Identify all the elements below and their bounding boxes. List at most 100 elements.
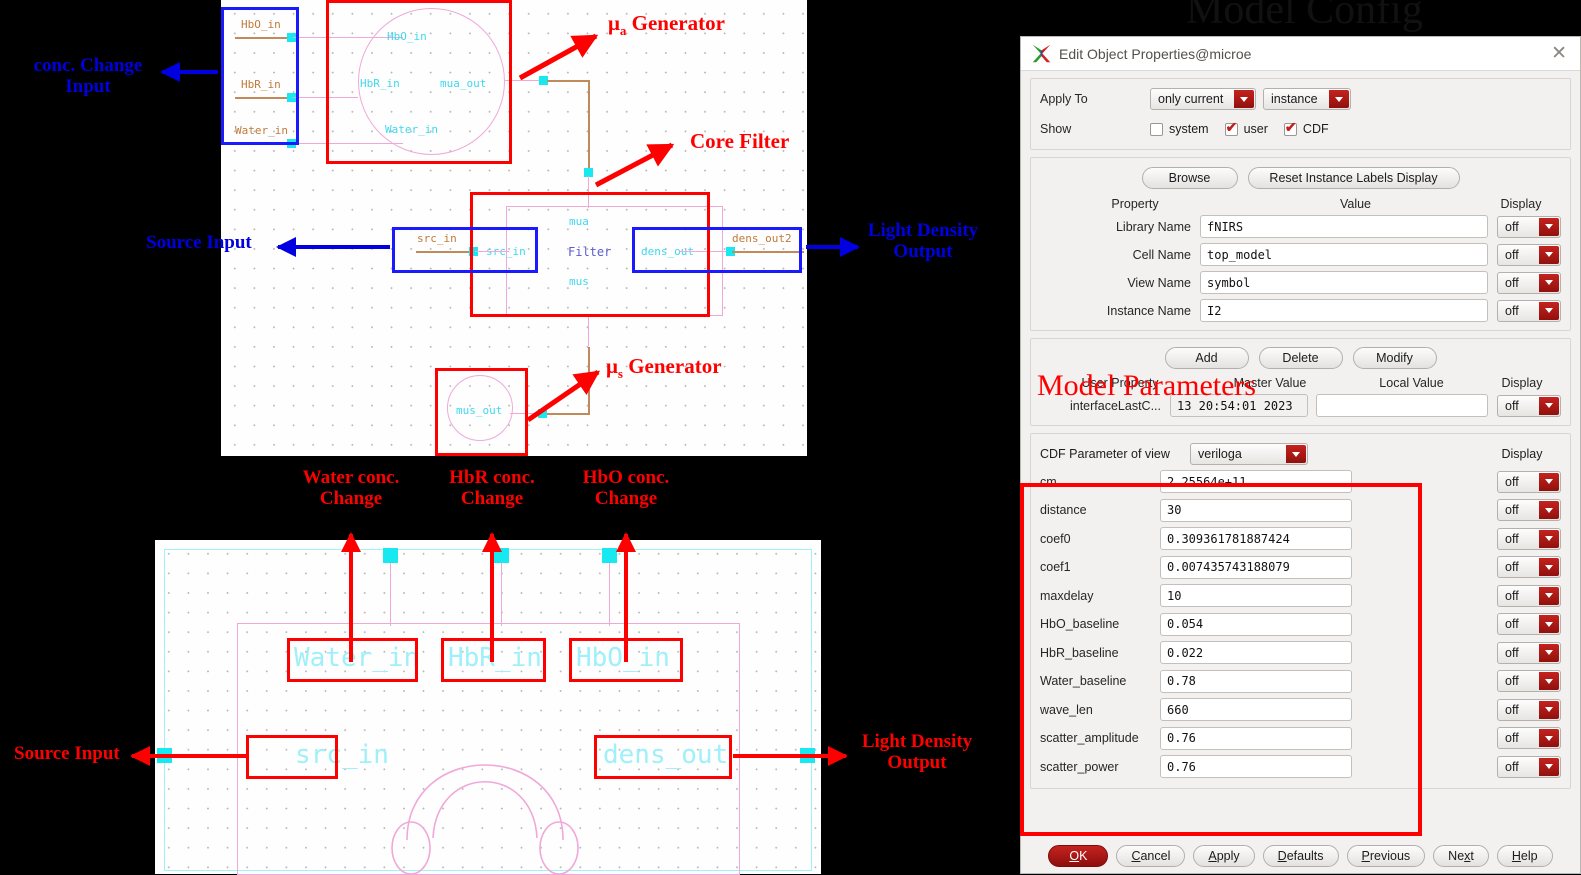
property-name: Cell Name xyxy=(1132,247,1191,262)
cdf-param-input-wave-len[interactable]: 660 xyxy=(1160,698,1352,721)
annotation-mua-generator: μa Generator xyxy=(608,11,725,39)
cdf-display-dropdown[interactable]: off xyxy=(1497,527,1561,550)
cdf-display-dropdown[interactable]: off xyxy=(1497,499,1561,521)
delete-button[interactable]: Delete xyxy=(1258,347,1343,369)
symbol-canvas[interactable]: Water_in HbR_in HbO_in src_in dens_out xyxy=(155,540,821,875)
user-property-display-dropdown[interactable]: off xyxy=(1497,394,1561,417)
cdf-display-dropdown[interactable]: off xyxy=(1497,755,1561,778)
next-button[interactable]: Next xyxy=(1433,845,1489,867)
modify-button[interactable]: Modify xyxy=(1352,347,1437,369)
highlight-symbol-hbo-in xyxy=(569,638,683,682)
instance-name-display-dropdown[interactable]: off xyxy=(1497,299,1561,322)
cdf-parameter-row: cm 2.25564e+11 off xyxy=(1040,470,1561,493)
col-property-header: Property xyxy=(1111,197,1159,211)
add-button[interactable]: Add xyxy=(1164,347,1249,369)
cdf-param-input-water-baseline[interactable]: 0.78 xyxy=(1160,669,1352,693)
cdf-display-dropdown[interactable]: off xyxy=(1497,584,1561,607)
symbol-pin-water[interactable] xyxy=(383,548,398,563)
reset-instance-labels-button[interactable]: Reset Instance Labels Display xyxy=(1247,167,1460,189)
col-display-header: Display xyxy=(1501,376,1543,390)
cdf-display-dropdown[interactable]: off xyxy=(1497,613,1561,635)
cdf-param-name: cm xyxy=(1040,474,1057,489)
cell-name-input[interactable]: top_model xyxy=(1200,243,1488,266)
symbol-pin-dens-out[interactable] xyxy=(800,748,815,763)
symbol-wire-hbr xyxy=(501,558,503,626)
checkbox-box xyxy=(1224,120,1238,136)
show-user-checkbox[interactable]: user xyxy=(1224,120,1268,136)
display-value: off xyxy=(1505,617,1519,631)
show-cdf-checkbox[interactable]: CDF xyxy=(1283,120,1329,136)
cdf-display-dropdown[interactable]: off xyxy=(1497,727,1561,749)
display-value: off xyxy=(1505,674,1519,688)
cdf-display-dropdown[interactable]: off xyxy=(1497,698,1561,721)
col-display-header: Display xyxy=(1500,197,1542,211)
properties-button-row: Browse Reset Instance Labels Display xyxy=(1040,167,1561,189)
cdf-param-name: maxdelay xyxy=(1040,588,1094,603)
cdf-param-name: scatter_power xyxy=(1040,759,1119,774)
show-cdf-label: CDF xyxy=(1302,122,1329,136)
annotation-conc-change-input: conc. Change Input xyxy=(28,55,148,97)
apply-to-label: Apply To xyxy=(1040,92,1088,106)
cdf-view-dropdown[interactable]: veriloga xyxy=(1190,443,1308,465)
local-value-input[interactable] xyxy=(1316,394,1488,417)
symbol-pin-hbr[interactable] xyxy=(494,548,509,563)
defaults-button[interactable]: Defaults xyxy=(1262,845,1339,867)
chevron-down-icon xyxy=(1539,396,1559,415)
highlight-mus-generator xyxy=(435,368,528,456)
cdf-param-input-cm[interactable]: 2.25564e+11 xyxy=(1160,470,1352,493)
cell-name-display-dropdown[interactable]: off xyxy=(1497,243,1561,266)
browse-button[interactable]: Browse xyxy=(1141,167,1238,189)
cdf-param-input-coef0[interactable]: 0.309361781887424 xyxy=(1160,527,1352,550)
cancel-button[interactable]: Cancel xyxy=(1116,845,1186,867)
view-name-input[interactable]: symbol xyxy=(1200,271,1488,294)
user-properties-button-row: Add Delete Modify xyxy=(1040,347,1561,369)
property-row: Library Name fNIRS off xyxy=(1040,215,1561,238)
property-row: Cell Name top_model off xyxy=(1040,243,1561,266)
cdf-param-input-hbo-baseline[interactable]: 0.054 xyxy=(1160,612,1352,636)
cdf-param-input-coef1[interactable]: 0.007435743188079 xyxy=(1160,555,1352,579)
chevron-down-icon xyxy=(1539,558,1559,576)
close-icon[interactable]: ✕ xyxy=(1548,44,1570,63)
cdf-param-input-maxdelay[interactable]: 10 xyxy=(1160,584,1352,607)
cdf-param-input-hbr-baseline[interactable]: 0.022 xyxy=(1160,641,1352,664)
symbol-pin-src-in[interactable] xyxy=(157,748,172,763)
highlight-mua-generator xyxy=(326,0,512,164)
wire-out-filter-bottom xyxy=(588,314,590,346)
apply-button[interactable]: Apply xyxy=(1193,845,1255,867)
properties-group: Browse Reset Instance Labels Display Pro… xyxy=(1030,157,1571,331)
library-name-display-dropdown[interactable]: off xyxy=(1497,215,1561,238)
highlight-conc-inputs xyxy=(221,7,299,145)
cdf-param-name: coef0 xyxy=(1040,531,1071,546)
library-name-input[interactable]: fNIRS xyxy=(1200,215,1488,238)
cdf-param-input-distance[interactable]: 30 xyxy=(1160,498,1352,522)
xterm-logo-icon xyxy=(1032,44,1051,63)
edit-object-properties-dialog: Edit Object Properties@microe ✕ Apply To… xyxy=(1020,36,1581,874)
symbol-pin-hbo[interactable] xyxy=(602,548,617,563)
show-system-label: system xyxy=(1169,122,1209,136)
show-system-checkbox[interactable]: system xyxy=(1150,122,1209,136)
col-value-header: Value xyxy=(1339,197,1372,211)
cdf-param-input-scatter-amplitude[interactable]: 0.76 xyxy=(1160,726,1352,750)
show-row: Show system user CDF xyxy=(1040,116,1561,142)
highlight-src-input xyxy=(392,227,538,273)
highlight-symbol-hbr-in xyxy=(441,638,546,682)
hbo-conc-line2: Change xyxy=(594,487,658,509)
cdf-param-input-scatter-power[interactable]: 0.76 xyxy=(1160,755,1352,778)
cdf-display-dropdown[interactable]: off xyxy=(1497,670,1561,692)
previous-button[interactable]: Previous xyxy=(1346,845,1426,867)
cdf-display-dropdown[interactable]: off xyxy=(1497,641,1561,664)
help-button[interactable]: Help xyxy=(1496,845,1553,867)
light-density-bottom-line2: Output xyxy=(887,751,947,773)
highlight-symbol-dens-out xyxy=(594,735,732,779)
cdf-param-name: distance xyxy=(1040,503,1087,517)
instance-name-input[interactable]: I2 xyxy=(1200,299,1488,322)
cdf-display-dropdown[interactable]: off xyxy=(1497,556,1561,578)
display-value: off xyxy=(1505,474,1519,489)
apply-to-scope-dropdown[interactable]: only current xyxy=(1150,88,1256,110)
apply-to-target-dropdown[interactable]: instance xyxy=(1263,88,1351,110)
ok-button[interactable]: OK xyxy=(1048,845,1109,867)
apply-to-row: Apply To only current instance xyxy=(1040,86,1561,112)
cdf-param-name: HbO_baseline xyxy=(1040,617,1120,631)
cdf-display-dropdown[interactable]: off xyxy=(1497,470,1561,493)
view-name-display-dropdown[interactable]: off xyxy=(1497,271,1561,294)
